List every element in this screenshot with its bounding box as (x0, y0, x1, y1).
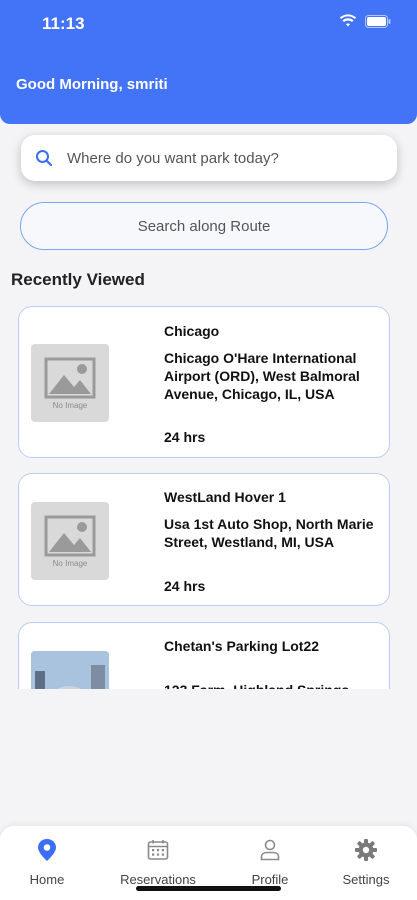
wifi-icon (339, 14, 357, 27)
placeholder-image: No Image (31, 502, 109, 580)
no-image-label: No Image (52, 558, 88, 568)
recently-viewed-title: Recently Viewed (11, 270, 145, 289)
location-address: 123 Farm, Highland Springs (164, 681, 384, 689)
search-bar[interactable] (21, 135, 397, 181)
location-hours: 24 hrs (164, 578, 206, 594)
gear-icon (355, 839, 377, 861)
status-icons (339, 14, 391, 28)
tab-profile[interactable]: Profile (220, 838, 320, 887)
status-time: 11:13 (42, 14, 85, 33)
search-icon (35, 149, 53, 167)
list-item[interactable]: No Image Chicago Chicago O'Hare Internat… (18, 306, 390, 458)
no-image-label: No Image (52, 400, 88, 410)
location-address: Chicago O'Hare International Airport (OR… (164, 350, 360, 402)
parking-photo-image (31, 651, 109, 689)
placeholder-image: No Image (31, 344, 109, 422)
tab-settings-label: Settings (342, 872, 390, 887)
home-indicator[interactable] (136, 886, 281, 891)
app-header: 11:13 Good Morning, smriti (0, 0, 417, 124)
search-input[interactable] (67, 149, 367, 167)
image-placeholder-icon (44, 357, 96, 398)
greeting-text: Good Morning, smriti (16, 76, 168, 93)
location-name: WestLand Hover 1 (164, 489, 286, 505)
calendar-icon (147, 840, 169, 860)
tab-profile-label: Profile (251, 872, 289, 887)
list-item[interactable]: Chetan's Parking Lot22 123 Farm, Highlan… (18, 622, 390, 689)
tab-settings[interactable]: Settings (316, 838, 416, 887)
location-pin-icon (38, 839, 56, 861)
tab-reservations-label: Reservations (120, 872, 196, 887)
location-address: Usa 1st Auto Shop, North Marie Street, W… (164, 516, 374, 550)
battery-icon (365, 14, 391, 28)
recently-viewed-list[interactable]: No Image Chicago Chicago O'Hare Internat… (0, 306, 417, 689)
location-hours: 24 hrs (164, 429, 206, 445)
parking-photo (31, 651, 109, 689)
tab-reservations[interactable]: Reservations (108, 838, 208, 887)
image-placeholder-icon (44, 515, 96, 556)
location-name: Chetan's Parking Lot22 (164, 638, 320, 654)
tab-home-label: Home (29, 872, 65, 887)
search-along-route-button[interactable]: Search along Route (20, 202, 388, 250)
tab-home[interactable]: Home (0, 838, 97, 887)
location-name: Chicago (164, 323, 220, 339)
person-icon (260, 839, 280, 861)
list-item[interactable]: No Image WestLand Hover 1 Usa 1st Auto S… (18, 473, 390, 606)
